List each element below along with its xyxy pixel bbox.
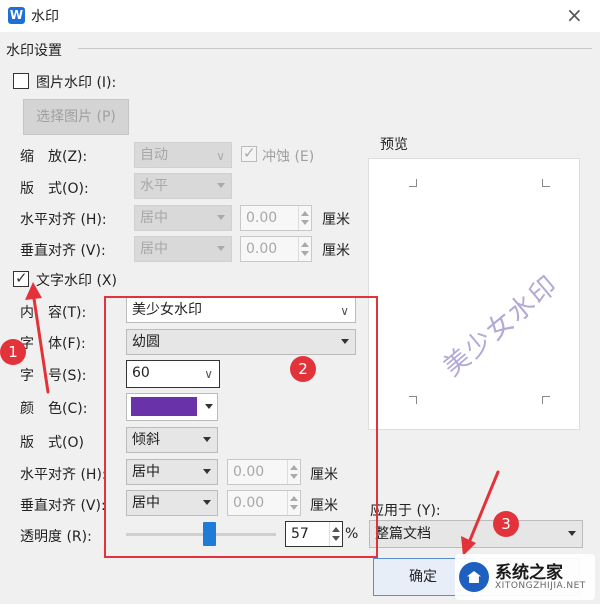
site-logo: 系统之家 XITONGZHIJIA.NET [455,554,595,600]
annotation-arrows [25,282,500,556]
arrow-1-shaft [31,290,50,394]
arrow-1-head [25,282,42,300]
arrow-3-shaft [466,470,500,547]
logo-text: 系统之家 [495,563,563,583]
logo-url: XITONGZHIJIA.NET [495,581,586,591]
arrow-3-head [461,536,476,556]
house-logo-icon [459,562,489,592]
